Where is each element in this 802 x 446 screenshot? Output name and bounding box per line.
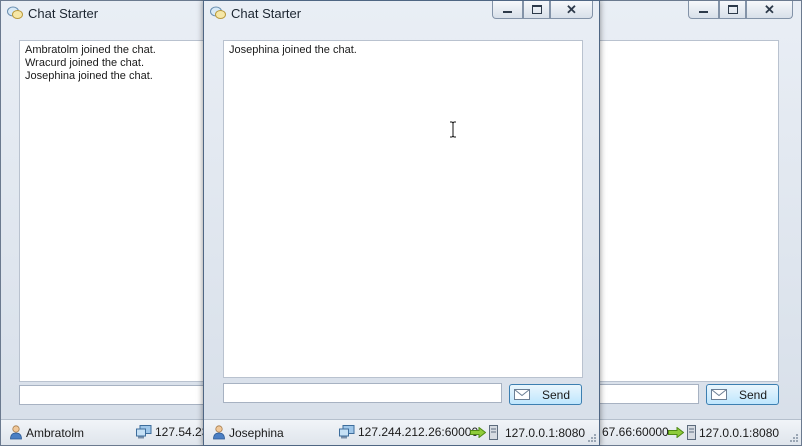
resize-grip-icon[interactable] (789, 433, 799, 443)
server-address: 127.0.0.1:8080 (505, 425, 586, 440)
maximize-icon (531, 5, 542, 14)
status-user: Ambratolm (9, 425, 84, 440)
chat-messages[interactable]: Josephina joined the chat. (223, 40, 583, 378)
chat-window-middle[interactable]: Chat Starter ✕ Josephina joined the chat… (203, 0, 600, 446)
minimize-button[interactable] (492, 1, 523, 19)
close-icon: ✕ (566, 2, 577, 17)
envelope-icon (711, 389, 727, 400)
resize-grip-icon[interactable] (587, 433, 597, 443)
chat-window-left[interactable]: Chat Starter Ambratolm joined the chat. … (0, 0, 219, 446)
right-arrow-icon (470, 427, 486, 438)
status-bar: Ambratolm 127.54.23 (1, 419, 214, 445)
status-local: 67.66:60000 (602, 425, 669, 439)
titlebar[interactable]: ✕ (586, 1, 801, 27)
local-address: 127.54.23 (155, 425, 209, 439)
close-button[interactable]: ✕ (746, 1, 793, 19)
server-icon (489, 425, 498, 440)
network-icon (339, 425, 355, 439)
chat-message: Josephina joined the chat. (229, 44, 357, 56)
maximize-icon (727, 5, 738, 14)
window-title: Chat Starter (231, 6, 302, 21)
chat-messages[interactable]: Ambratolm joined the chat. Wracurd joine… (19, 40, 219, 382)
minimize-button[interactable] (688, 1, 719, 19)
status-bar: Josephina 127.244.212.26:60000 127.0.0.1… (204, 419, 599, 445)
chat-messages[interactable] (586, 40, 779, 382)
message-input[interactable] (586, 384, 699, 404)
minimize-icon (503, 10, 512, 13)
chat-message: Wracurd joined the chat. (25, 57, 145, 69)
maximize-button[interactable] (523, 1, 550, 19)
chat-message: Ambratolm joined the chat. (25, 44, 156, 56)
envelope-icon (514, 389, 530, 400)
server-address: 127.0.0.1:8080 (699, 425, 780, 440)
server-icon (687, 425, 696, 440)
send-label: Send (542, 387, 571, 402)
window-title: Chat Starter (28, 6, 99, 21)
status-bar: 67.66:60000 127.0.0.1:8080 (586, 419, 801, 445)
message-input[interactable] (223, 383, 502, 403)
titlebar[interactable]: Chat Starter ✕ (204, 1, 599, 27)
minimize-icon (699, 10, 708, 13)
text-cursor-icon (450, 121, 456, 138)
user-icon (213, 425, 225, 440)
close-button[interactable]: ✕ (550, 1, 593, 19)
send-button[interactable]: Send (706, 384, 779, 405)
chat-message: Josephina joined the chat. (25, 70, 153, 82)
status-username: Josephina (229, 425, 284, 440)
right-arrow-icon (668, 427, 684, 438)
local-address: 67.66:60000 (602, 425, 669, 439)
maximize-button[interactable] (719, 1, 746, 19)
message-input[interactable] (19, 385, 219, 405)
status-server: 127.0.0.1:8080 (668, 425, 779, 440)
chat-bubbles-icon (7, 6, 23, 19)
status-username: Ambratolm (26, 425, 85, 440)
chat-window-right[interactable]: ✕ Send 67.66:60000 127.0.0.1:8080 (585, 0, 802, 446)
user-icon (10, 425, 22, 440)
status-local: 127.244.212.26:60000 (339, 425, 478, 439)
status-local: 127.54.23 (136, 425, 208, 439)
status-server: 127.0.0.1:8080 (470, 425, 585, 440)
chat-bubbles-icon (210, 6, 226, 19)
close-icon: ✕ (764, 2, 775, 17)
titlebar[interactable]: Chat Starter (1, 1, 214, 27)
status-user: Josephina (212, 425, 284, 440)
local-address: 127.244.212.26:60000 (358, 425, 479, 439)
network-icon (136, 425, 152, 439)
send-label: Send (739, 387, 768, 402)
send-button[interactable]: Send (509, 384, 582, 405)
